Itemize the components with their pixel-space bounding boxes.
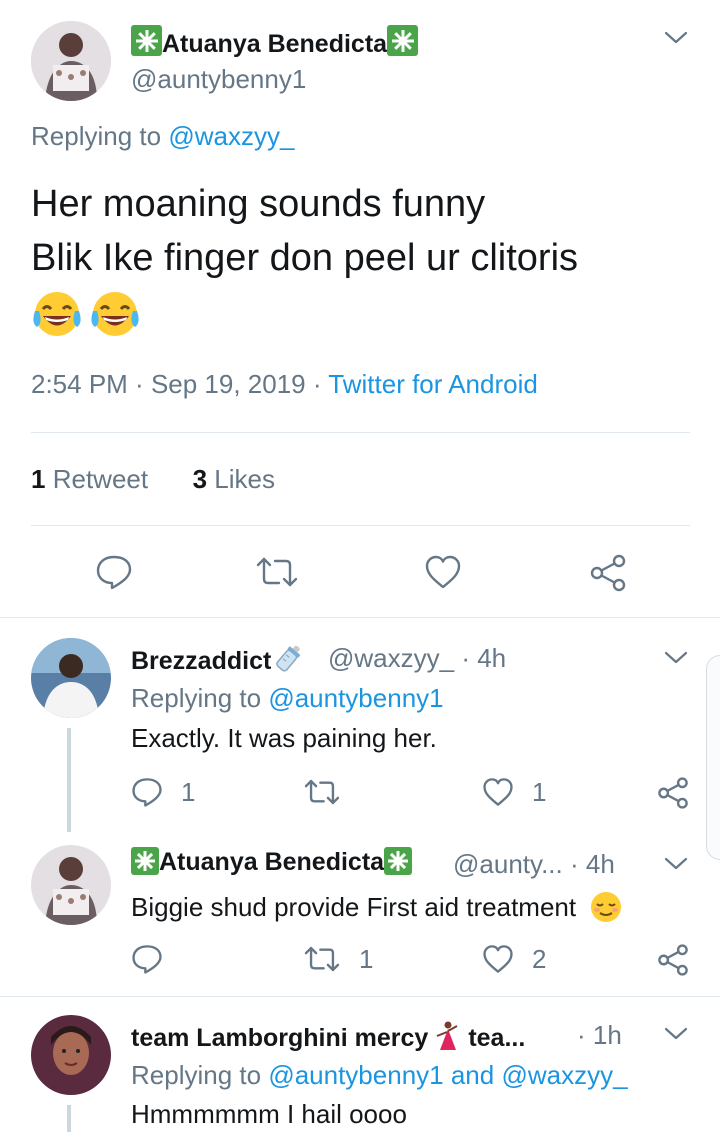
reply-display-name[interactable]: team Lamborghini mercy tea... <box>131 1020 525 1054</box>
baby-bottle-icon <box>276 645 301 672</box>
main-display-name[interactable]: Atuanya Benedicta <box>131 25 419 59</box>
like-action[interactable]: 1 <box>482 776 546 808</box>
replying-to: Replying to @auntybenny1 <box>131 683 444 713</box>
sparkle-badge-icon <box>387 25 419 56</box>
replying-to-link[interactable]: @waxzyy_ <box>168 121 294 151</box>
laughing-tears-emoji-icon <box>91 292 139 336</box>
reply-icon <box>132 945 162 974</box>
retweet-stat[interactable]: 1 Retweet <box>31 464 148 494</box>
reply-text: Hmmmmmm I hail oooo <box>131 1099 407 1129</box>
tweet-timestamp-row: 2:54 PM · Sep 19, 2019 · Twitter for And… <box>31 369 538 399</box>
share-icon[interactable] <box>656 943 690 977</box>
emoji-row <box>31 285 711 339</box>
retweet-action[interactable]: 1 <box>303 943 373 975</box>
reply-icon[interactable] <box>95 553 133 591</box>
engagement-stats: 1 Retweet 3 Likes <box>31 464 275 495</box>
main-handle[interactable]: @auntybenny1 <box>131 64 306 95</box>
retweet-icon <box>304 946 340 972</box>
chevron-down-icon[interactable] <box>664 1026 688 1042</box>
chevron-down-icon[interactable] <box>664 30 688 46</box>
like-heart-icon <box>483 778 513 806</box>
laughing-tears-emoji-icon <box>33 292 81 336</box>
reply-action[interactable] <box>131 943 181 975</box>
divider <box>31 525 690 526</box>
section-divider <box>0 996 720 997</box>
retweet-icon[interactable] <box>255 553 299 591</box>
like-action[interactable]: 2 <box>482 943 546 975</box>
retweet-icon <box>304 779 340 805</box>
reply-handle-time: @aunty... · 4h <box>453 849 615 879</box>
replying-to-link[interactable]: @auntybenny1 <box>268 1060 443 1090</box>
sparkle-badge-icon <box>131 847 159 875</box>
thread-line <box>67 1105 71 1132</box>
reply-icon <box>132 778 162 807</box>
divider <box>31 432 690 433</box>
relieved-face-emoji-icon <box>591 892 622 922</box>
reply-action[interactable]: 1 <box>131 776 195 808</box>
chevron-down-icon[interactable] <box>664 650 688 666</box>
main-avatar[interactable] <box>31 21 111 101</box>
thread-line <box>67 728 71 832</box>
replying-to-link[interactable]: @waxzyy_ <box>501 1060 627 1090</box>
sparkle-badge-icon <box>131 25 162 56</box>
reply-display-name[interactable]: Brezzaddict <box>131 643 305 676</box>
share-icon[interactable] <box>588 553 628 593</box>
reply-avatar[interactable] <box>31 1015 111 1095</box>
share-icon[interactable] <box>656 776 690 810</box>
reply-time: · 1h <box>577 1020 622 1050</box>
tweet-text: Her moaning sounds funny Blik Ike finger… <box>31 177 711 339</box>
retweet-action[interactable] <box>303 776 359 808</box>
chevron-down-icon[interactable] <box>664 856 688 872</box>
reply-text: Exactly. It was paining her. <box>131 723 437 753</box>
reply-handle-time: @waxzyy_ · 4h <box>328 643 507 673</box>
section-divider <box>0 617 720 618</box>
reply-avatar[interactable] <box>31 845 111 925</box>
replying-to: Replying to @waxzyy_ <box>31 121 295 151</box>
dancer-emoji-icon <box>436 1021 458 1050</box>
sparkle-badge-icon <box>384 847 413 875</box>
likes-stat[interactable]: 3 Likes <box>193 464 275 494</box>
reply-display-name[interactable]: Atuanya Benedicta <box>131 847 413 877</box>
replying-to-link[interactable]: @auntybenny1 <box>268 683 443 713</box>
tweet-source-link[interactable]: Twitter for Android <box>328 369 538 399</box>
scroll-indicator[interactable] <box>706 655 720 860</box>
like-heart-icon[interactable] <box>424 553 462 591</box>
like-heart-icon <box>483 945 513 973</box>
replying-to: Replying to @auntybenny1 and @waxzyy_ <box>131 1060 628 1090</box>
reply-avatar[interactable] <box>31 638 111 718</box>
reply-text: Biggie shud provide First aid treatment <box>131 890 623 924</box>
